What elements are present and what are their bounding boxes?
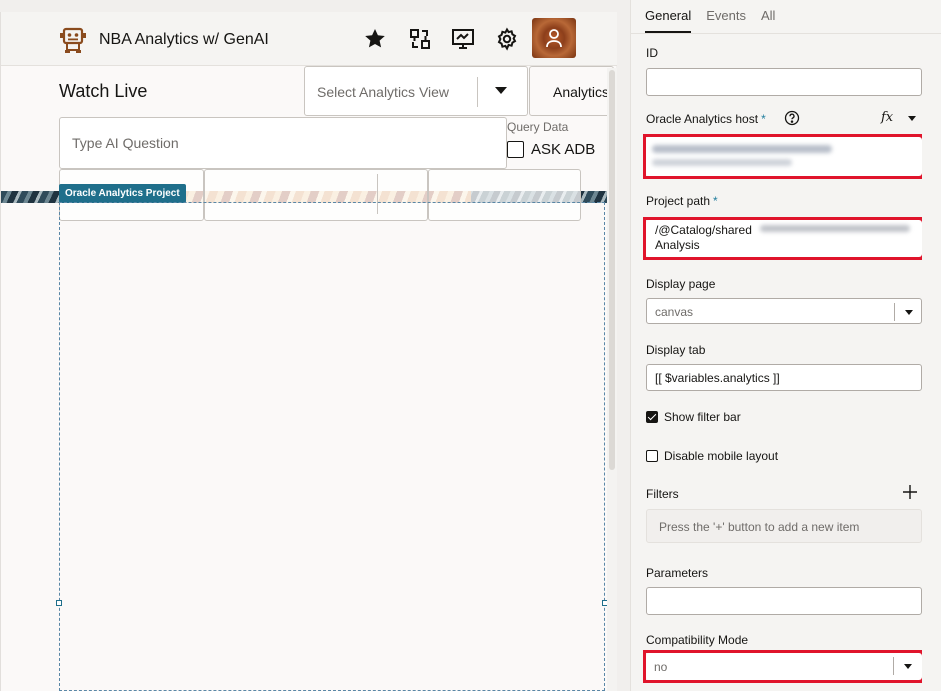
chevron-down-icon[interactable]	[495, 87, 507, 94]
display-page-label: Display page	[646, 277, 716, 291]
host-label: Oracle Analytics host *	[646, 112, 766, 126]
component-badge: Oracle Analytics Project	[59, 184, 186, 203]
display-tab-value: [[ $variables.analytics ]]	[655, 371, 780, 385]
display-tab-input[interactable]: [[ $variables.analytics ]]	[646, 364, 922, 391]
required-marker: *	[761, 112, 766, 126]
presentation-icon[interactable]	[450, 26, 476, 52]
app-title: NBA Analytics w/ GenAI	[99, 31, 269, 48]
diagram-icon[interactable]	[407, 26, 433, 52]
analytics-view-placeholder: Select Analytics View	[317, 84, 450, 100]
oracle-analytics-project-component[interactable]	[59, 202, 605, 691]
project-path-line2: Analysis	[655, 238, 700, 252]
show-filter-bar-checkbox[interactable]: Show filter bar	[646, 410, 741, 424]
app-header: NBA Analytics w/ GenAI	[1, 12, 617, 66]
star-icon[interactable]	[362, 26, 388, 52]
disable-mobile-label: Disable mobile layout	[664, 449, 779, 463]
project-path-label-text: Project path	[646, 194, 711, 208]
required-marker: *	[713, 194, 718, 208]
analytics-button-label: Analytics	[553, 84, 610, 100]
user-avatar-icon[interactable]	[532, 18, 576, 58]
parameters-label: Parameters	[646, 566, 709, 580]
tab-all[interactable]: All	[761, 8, 775, 33]
host-input[interactable]	[646, 137, 922, 176]
redacted-host-2	[652, 159, 792, 166]
chevron-down-icon[interactable]	[905, 310, 913, 315]
redacted-host	[652, 145, 832, 153]
resize-handle-left[interactable]	[56, 600, 62, 606]
compat-label: Compatibility Mode	[646, 633, 749, 647]
compat-value: no	[654, 660, 668, 674]
select-divider	[477, 77, 478, 107]
project-path-line1: /@Catalog/shared	[655, 223, 752, 237]
show-filter-bar-label: Show filter bar	[664, 410, 741, 424]
id-input[interactable]	[646, 68, 922, 96]
robot-logo-icon	[59, 26, 87, 54]
app-preview: NBA Analytics w/ GenAI Watch Live Select…	[0, 12, 617, 691]
tab-events[interactable]: Events	[706, 8, 746, 33]
fx-chevron-down-icon[interactable]	[908, 116, 916, 121]
redacted-path	[760, 225, 910, 232]
display-page-value: canvas	[655, 305, 694, 319]
analytics-view-select[interactable]: Select Analytics View	[304, 66, 528, 116]
add-filter-plus-icon[interactable]	[903, 485, 917, 504]
compat-select[interactable]: no	[646, 653, 922, 680]
checkbox-icon[interactable]	[646, 450, 658, 462]
fx-button[interactable]: fx	[881, 110, 893, 125]
gear-icon[interactable]	[494, 26, 520, 52]
filters-label: Filters	[646, 487, 679, 501]
ai-question-field[interactable]	[59, 117, 507, 169]
project-path-label: Project path *	[646, 194, 718, 208]
ask-adb-label: ASK ADB	[531, 141, 596, 158]
checkbox-checked-icon[interactable]	[646, 411, 658, 423]
watch-live-heading: Watch Live	[59, 81, 148, 101]
tab-general[interactable]: General	[645, 8, 692, 33]
question-circle-icon[interactable]	[784, 110, 800, 131]
designer-canvas: NBA Analytics w/ GenAI Watch Live Select…	[0, 0, 630, 691]
analytics-button[interactable]: Analytics	[529, 66, 614, 116]
display-tab-label: Display tab	[646, 343, 706, 357]
host-label-text: Oracle Analytics host	[646, 112, 759, 126]
tabs-divider	[631, 33, 941, 34]
ask-adb-checkbox[interactable]: ASK ADB	[507, 141, 595, 158]
disable-mobile-checkbox[interactable]: Disable mobile layout	[646, 449, 778, 463]
parameters-input[interactable]	[646, 587, 922, 615]
properties-tabs: General Events All	[645, 8, 790, 33]
properties-panel: General Events All ID Oracle Analytics h…	[630, 0, 941, 691]
select-divider	[893, 657, 894, 675]
project-path-input[interactable]: /@Catalog/shared Analysis	[646, 220, 922, 257]
checkbox-icon[interactable]	[507, 141, 524, 158]
id-label: ID	[646, 46, 658, 60]
ai-question-input[interactable]	[72, 135, 492, 151]
scrollbar-thumb[interactable]	[609, 70, 615, 470]
filters-empty-text: Press the '+' button to add a new item	[659, 520, 860, 534]
query-data-label: Query Data	[507, 120, 569, 134]
select-divider	[894, 303, 895, 321]
display-page-select[interactable]: canvas	[646, 298, 922, 324]
filters-empty-list: Press the '+' button to add a new item	[646, 509, 922, 543]
chevron-down-icon[interactable]	[904, 664, 912, 669]
